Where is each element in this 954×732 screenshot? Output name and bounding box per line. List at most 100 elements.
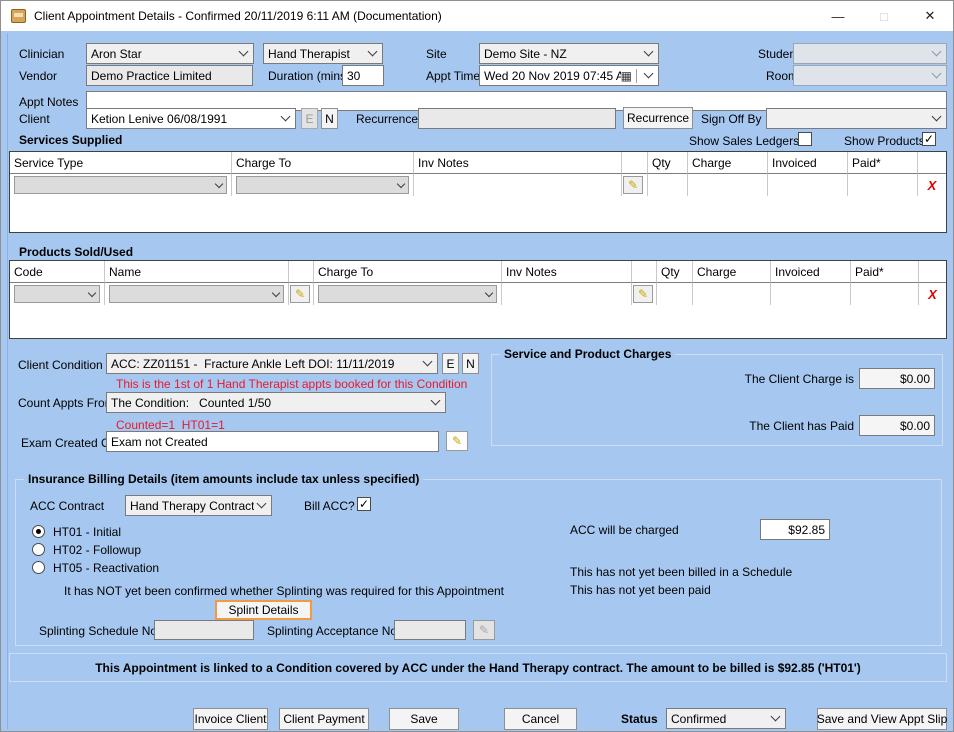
services-col-edit (622, 152, 648, 174)
site-select[interactable]: Demo Site - NZ (479, 43, 659, 64)
sign-off-by-select[interactable] (766, 108, 947, 129)
condition-edit-button[interactable]: E (442, 353, 459, 374)
acc-contract-value: Hand Therapy Contract (130, 499, 254, 513)
save-button[interactable]: Save (389, 708, 459, 730)
acc-charged-field: $92.85 (760, 519, 830, 540)
clinician-select[interactable]: Aron Star (86, 43, 254, 64)
pencil-icon[interactable]: ✎ (633, 285, 653, 303)
splinting-schedule-field (154, 620, 254, 640)
products-sold-title: Products Sold/Used (19, 245, 133, 259)
delete-row-icon[interactable]: X (928, 178, 937, 193)
product-name-select[interactable] (109, 285, 284, 303)
pencil-icon[interactable]: ✎ (623, 176, 643, 194)
client-value: Ketion Lenive 06/08/1991 (91, 112, 278, 126)
product-charge-to-select[interactable] (318, 285, 497, 303)
dialog-body: Clinician Aron Star Hand Therapist Site … (1, 31, 953, 731)
client-paid-field: $0.00 (859, 415, 935, 436)
appt-time-value: Wed 20 Nov 2019 07:45 AM (484, 69, 621, 83)
invoice-client-button[interactable]: Invoice Client (193, 708, 268, 730)
condition-new-button[interactable]: N (462, 353, 479, 374)
bill-acc-label: Bill ACC? (304, 499, 355, 513)
chevron-down-icon (281, 112, 291, 122)
radio-ht01-initial[interactable] (32, 525, 45, 538)
duration-field[interactable]: 30 (342, 65, 384, 86)
check-icon: ✓ (924, 133, 934, 145)
vendor-label: Vendor (19, 69, 57, 83)
show-products-checkbox[interactable]: ✓ (922, 132, 936, 146)
product-inv-notes-cell[interactable] (502, 283, 632, 305)
products-col-qty: Qty (657, 261, 693, 283)
services-grid: Service Type Charge To Inv Notes Qty Cha… (9, 151, 947, 233)
acc-contract-select[interactable]: Hand Therapy Contract (125, 495, 272, 516)
products-col-invoiced: Invoiced (771, 261, 851, 283)
maximize-icon: □ (861, 1, 907, 31)
app-icon (11, 9, 26, 23)
bill-acc-checkbox[interactable]: ✓ (357, 497, 371, 511)
exam-created-on-label: Exam Created On (21, 436, 117, 450)
count-appts-from-select[interactable]: The Condition: Counted 1/50 (106, 392, 446, 413)
service-charge-to-select[interactable] (236, 176, 409, 194)
exam-created-on-field[interactable]: Exam not Created (106, 431, 439, 452)
site-label: Site (426, 47, 447, 61)
product-code-select[interactable] (14, 285, 100, 303)
recurrence-field (418, 108, 616, 129)
products-row: ✎ ✎ X (10, 283, 946, 305)
appt-time-picker[interactable]: Wed 20 Nov 2019 07:45 AM ▦ (479, 65, 659, 86)
radio-ht02-label: HT02 - Followup (53, 543, 141, 557)
service-inv-notes-cell[interactable] (414, 174, 622, 196)
product-inv-notes-edit-cell: ✎ (632, 283, 657, 305)
products-grid-header: Code Name Charge To Inv Notes Qty Charge… (10, 261, 946, 283)
service-product-charges-group: Service and Product Charges The Client C… (491, 354, 943, 446)
calendar-icon: ▦ (621, 69, 637, 83)
status-select[interactable]: Confirmed (666, 708, 786, 729)
chevron-down-icon (644, 69, 654, 79)
clinician-role-select[interactable]: Hand Therapist (263, 43, 383, 64)
cancel-button[interactable]: Cancel (504, 708, 577, 730)
chevron-down-icon (644, 47, 654, 57)
vendor-field: Demo Practice Limited (86, 65, 253, 86)
duration-value: 30 (347, 69, 360, 83)
insurance-billing-group: Insurance Billing Details (item amounts … (15, 479, 942, 646)
recurrence-button[interactable]: Recurrence (623, 107, 693, 129)
services-grid-header: Service Type Charge To Inv Notes Qty Cha… (10, 152, 946, 174)
radio-ht02-followup[interactable] (32, 543, 45, 556)
client-select[interactable]: Ketion Lenive 06/08/1991 (86, 108, 296, 129)
radio-ht01-label: HT01 - Initial (53, 525, 121, 539)
exam-created-on-value: Exam not Created (111, 435, 208, 449)
product-charge-cell[interactable] (693, 283, 771, 305)
services-col-charge-to: Charge To (232, 152, 414, 174)
client-new-button[interactable]: N (321, 108, 338, 129)
show-sales-ledgers-checkbox[interactable] (798, 132, 812, 146)
clinician-value: Aron Star (91, 47, 236, 61)
service-type-select[interactable] (14, 176, 227, 194)
splint-details-button[interactable]: Splint Details (215, 600, 312, 620)
service-charge-to-cell (232, 174, 414, 196)
site-value: Demo Site - NZ (484, 47, 641, 61)
close-icon[interactable]: ✕ (907, 1, 953, 31)
client-payment-button[interactable]: Client Payment (279, 708, 369, 730)
client-label: Client (19, 112, 50, 126)
products-col-name: Name (105, 261, 289, 283)
services-col-qty: Qty (648, 152, 688, 174)
products-col-edit2 (632, 261, 657, 283)
save-and-view-appt-slip-button[interactable]: Save and View Appt Slip (817, 708, 947, 730)
exam-pencil-icon[interactable]: ✎ (446, 431, 468, 451)
splinting-schedule-label: Splinting Schedule No (39, 624, 157, 638)
status-label: Status (621, 712, 658, 726)
pencil-icon[interactable]: ✎ (290, 285, 310, 303)
client-condition-select[interactable]: ACC: ZZ01151 - Fracture Ankle Left DOI: … (106, 353, 438, 374)
window-title: Client Appointment Details - Confirmed 2… (34, 9, 442, 23)
chevron-down-icon (257, 499, 267, 509)
delete-row-icon[interactable]: X (928, 287, 937, 302)
service-qty-cell[interactable] (648, 174, 688, 196)
minimize-icon[interactable]: — (815, 1, 861, 31)
acc-charged-label: ACC will be charged (570, 523, 679, 537)
radio-ht05-reactivation[interactable] (32, 561, 45, 574)
product-qty-cell[interactable] (657, 283, 693, 305)
vendor-value: Demo Practice Limited (91, 69, 212, 83)
service-paid-cell (848, 174, 918, 196)
client-appointment-details-window: Client Appointment Details - Confirmed 2… (0, 0, 954, 732)
chevron-down-icon (272, 288, 280, 296)
service-charge-cell[interactable] (688, 174, 768, 196)
window-controls: — □ ✕ (815, 1, 953, 31)
